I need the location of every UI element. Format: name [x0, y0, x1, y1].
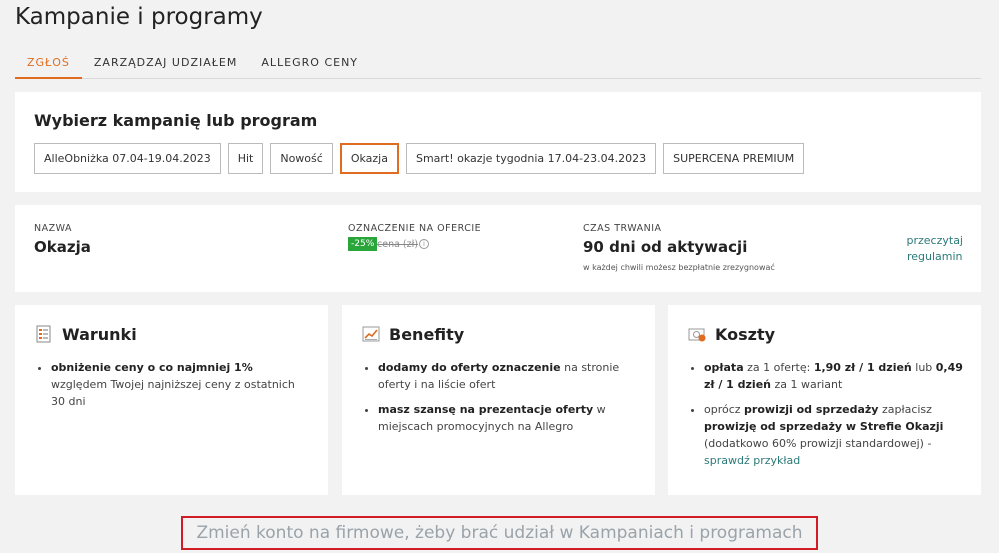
name-value: Okazja — [34, 238, 91, 256]
koszty-card: Koszty opłata za 1 ofertę: 1,90 zł / 1 d… — [668, 305, 981, 495]
option-smart-okazje[interactable]: Smart! okazje tygodnia 17.04-23.04.2023 — [405, 143, 657, 174]
warunki-card: Warunki obniżenie ceny o co najmniej 1% … — [15, 305, 328, 495]
regulamin-link-line1: przeczytaj — [906, 234, 964, 247]
example-link[interactable]: sprawdź przykład — [704, 454, 800, 467]
tab-zarzadzaj-udzialem[interactable]: ZARZĄDZAJ UDZIAŁEM — [82, 50, 250, 79]
info-icon[interactable]: i — [419, 239, 429, 249]
koszty-title: Koszty — [715, 324, 776, 344]
switch-to-business-account-button[interactable]: Zmień konto na firmowe, żeby brać udział… — [181, 516, 818, 550]
warunki-title: Warunki — [62, 324, 137, 344]
koszty-list: opłata za 1 ofertę: 1,90 zł / 1 dzień lu… — [704, 359, 964, 477]
option-nowosc[interactable]: Nowość — [270, 143, 333, 174]
campaign-info-card: NAZWA Okazja OZNACZENIE NA OFERCIE -25% … — [15, 205, 981, 292]
money-icon — [688, 328, 706, 342]
duration-label: CZAS TRWANIA — [583, 223, 662, 234]
option-okazja[interactable]: Okazja — [339, 143, 399, 174]
regulamin-link[interactable]: przeczytaj regulamin — [907, 233, 964, 265]
list-item: opłata za 1 ofertę: 1,90 zł / 1 dzień lu… — [704, 359, 964, 393]
price-example: cena (zł) — [377, 239, 419, 250]
regulamin-link-line2: regulamin — [906, 250, 963, 263]
document-list-icon — [36, 325, 51, 343]
option-supercena-premium[interactable]: SUPERCENA PREMIUM — [663, 143, 805, 174]
warunki-list: obniżenie ceny o co najmniej 1% względem… — [51, 359, 311, 418]
selector-title: Wybierz kampanię lub program — [34, 111, 318, 130]
tab-bar: ZGŁOŚ ZARZĄDZAJ UDZIAŁEM ALLEGRO CENY — [15, 50, 981, 79]
benefity-title: Benefity — [389, 324, 465, 344]
list-item: masz szansę na prezentacje oferty w miej… — [378, 401, 638, 435]
tab-allegro-ceny[interactable]: ALLEGRO CENY — [249, 50, 370, 79]
list-item: obniżenie ceny o co najmniej 1% względem… — [51, 359, 311, 410]
option-alleobnizka[interactable]: AlleObniżka 07.04-19.04.2023 — [34, 143, 221, 174]
list-item: dodamy do oferty oznaczenie na stronie o… — [378, 359, 638, 393]
chart-up-icon — [362, 326, 380, 342]
option-hit[interactable]: Hit — [227, 143, 264, 174]
page-title: Kampanie i programy — [15, 4, 263, 30]
name-label: NAZWA — [34, 223, 72, 234]
discount-badge: -25% — [348, 237, 378, 251]
mark-label: OZNACZENIE NA OFERCIE — [348, 223, 482, 234]
duration-value: 90 dni od aktywacji — [583, 238, 748, 256]
campaign-options: AlleObniżka 07.04-19.04.2023 Hit Nowość … — [34, 143, 811, 174]
benefity-list: dodamy do oferty oznaczenie na stronie o… — [378, 359, 638, 443]
duration-note: w każdej chwili możesz bezpłatnie zrezyg… — [583, 263, 775, 272]
benefity-card: Benefity dodamy do oferty oznaczenie na … — [342, 305, 655, 495]
list-item: oprócz prowizji od sprzedaży zapłacisz p… — [704, 401, 964, 469]
tab-zglos[interactable]: ZGŁOŚ — [15, 50, 82, 79]
campaign-selector-card: Wybierz kampanię lub program AlleObniżka… — [15, 92, 981, 192]
